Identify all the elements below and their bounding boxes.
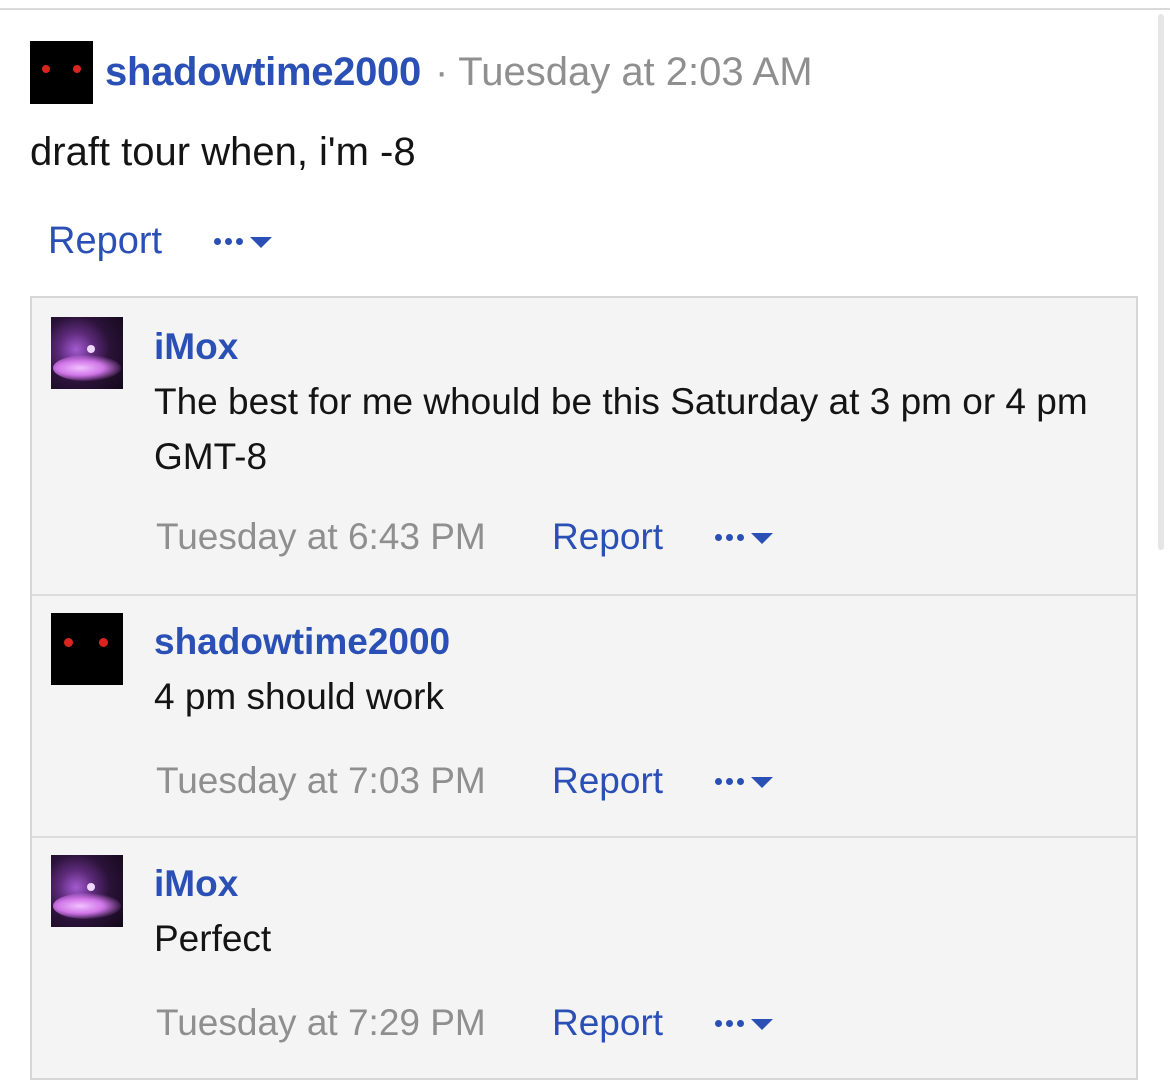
comment-item: iMox The best for me whould be this Satu… [32, 298, 1136, 594]
red-eye-icon [73, 65, 81, 73]
comment-actions: Tuesday at 7:03 PM Report [156, 760, 774, 802]
orb-glow-icon [53, 355, 121, 381]
post-header: shadowtime2000 · Tuesday at 2:03 AM [30, 41, 813, 104]
page: shadowtime2000 · Tuesday at 2:03 AM draf… [0, 0, 1170, 1082]
post-message: draft tour when, i'm -8 [30, 130, 416, 174]
more-options-icon [715, 533, 745, 541]
more-options-icon [214, 238, 244, 245]
more-options-button[interactable] [715, 531, 774, 544]
orb-highlight-icon [87, 883, 95, 891]
more-options-button[interactable] [715, 1017, 774, 1030]
comment-message: The best for me whould be this Saturday … [154, 381, 1088, 477]
more-options-button[interactable] [214, 235, 273, 248]
more-options-icon [715, 777, 745, 785]
comment-item: shadowtime2000 4 pm should work Tuesday … [32, 594, 1136, 836]
post-timestamp[interactable]: Tuesday at 2:03 AM [458, 50, 812, 95]
caret-down-icon [751, 1018, 774, 1030]
post-actions: Report [48, 220, 273, 263]
report-link[interactable]: Report [552, 760, 663, 802]
comment-message: Perfect [154, 918, 272, 959]
top-divider [0, 8, 1170, 10]
red-eye-icon [42, 65, 50, 73]
comment-username[interactable]: shadowtime2000 [154, 620, 450, 664]
avatar[interactable] [51, 317, 123, 389]
orb-glow-icon [53, 893, 121, 919]
meta-separator: · [434, 50, 449, 94]
scrollbar[interactable] [1158, 14, 1164, 550]
caret-down-icon [250, 237, 273, 248]
comment-timestamp[interactable]: Tuesday at 7:03 PM [156, 760, 552, 802]
report-link[interactable]: Report [48, 220, 162, 263]
avatar[interactable] [30, 41, 93, 104]
avatar[interactable] [51, 613, 123, 685]
orb-highlight-icon [87, 345, 95, 353]
red-eye-icon [64, 638, 73, 647]
comment-item: iMox Perfect Tuesday at 7:29 PM Report [32, 836, 1136, 1080]
caret-down-icon [751, 532, 774, 544]
more-options-icon [715, 1019, 745, 1027]
comment-message: 4 pm should work [154, 676, 444, 717]
comment-actions: Tuesday at 6:43 PM Report [156, 516, 774, 558]
post-username[interactable]: shadowtime2000 [105, 50, 421, 95]
report-link[interactable]: Report [552, 1002, 663, 1044]
red-eye-icon [99, 638, 108, 647]
comments-list: iMox The best for me whould be this Satu… [30, 296, 1138, 1080]
comment-username[interactable]: iMox [154, 325, 238, 369]
caret-down-icon [751, 776, 774, 788]
comment-timestamp[interactable]: Tuesday at 7:29 PM [156, 1002, 552, 1044]
comment-username[interactable]: iMox [154, 862, 238, 906]
report-link[interactable]: Report [552, 516, 663, 558]
more-options-button[interactable] [715, 775, 774, 788]
avatar[interactable] [51, 855, 123, 927]
comment-timestamp[interactable]: Tuesday at 6:43 PM [156, 516, 552, 558]
comment-actions: Tuesday at 7:29 PM Report [156, 1002, 774, 1044]
